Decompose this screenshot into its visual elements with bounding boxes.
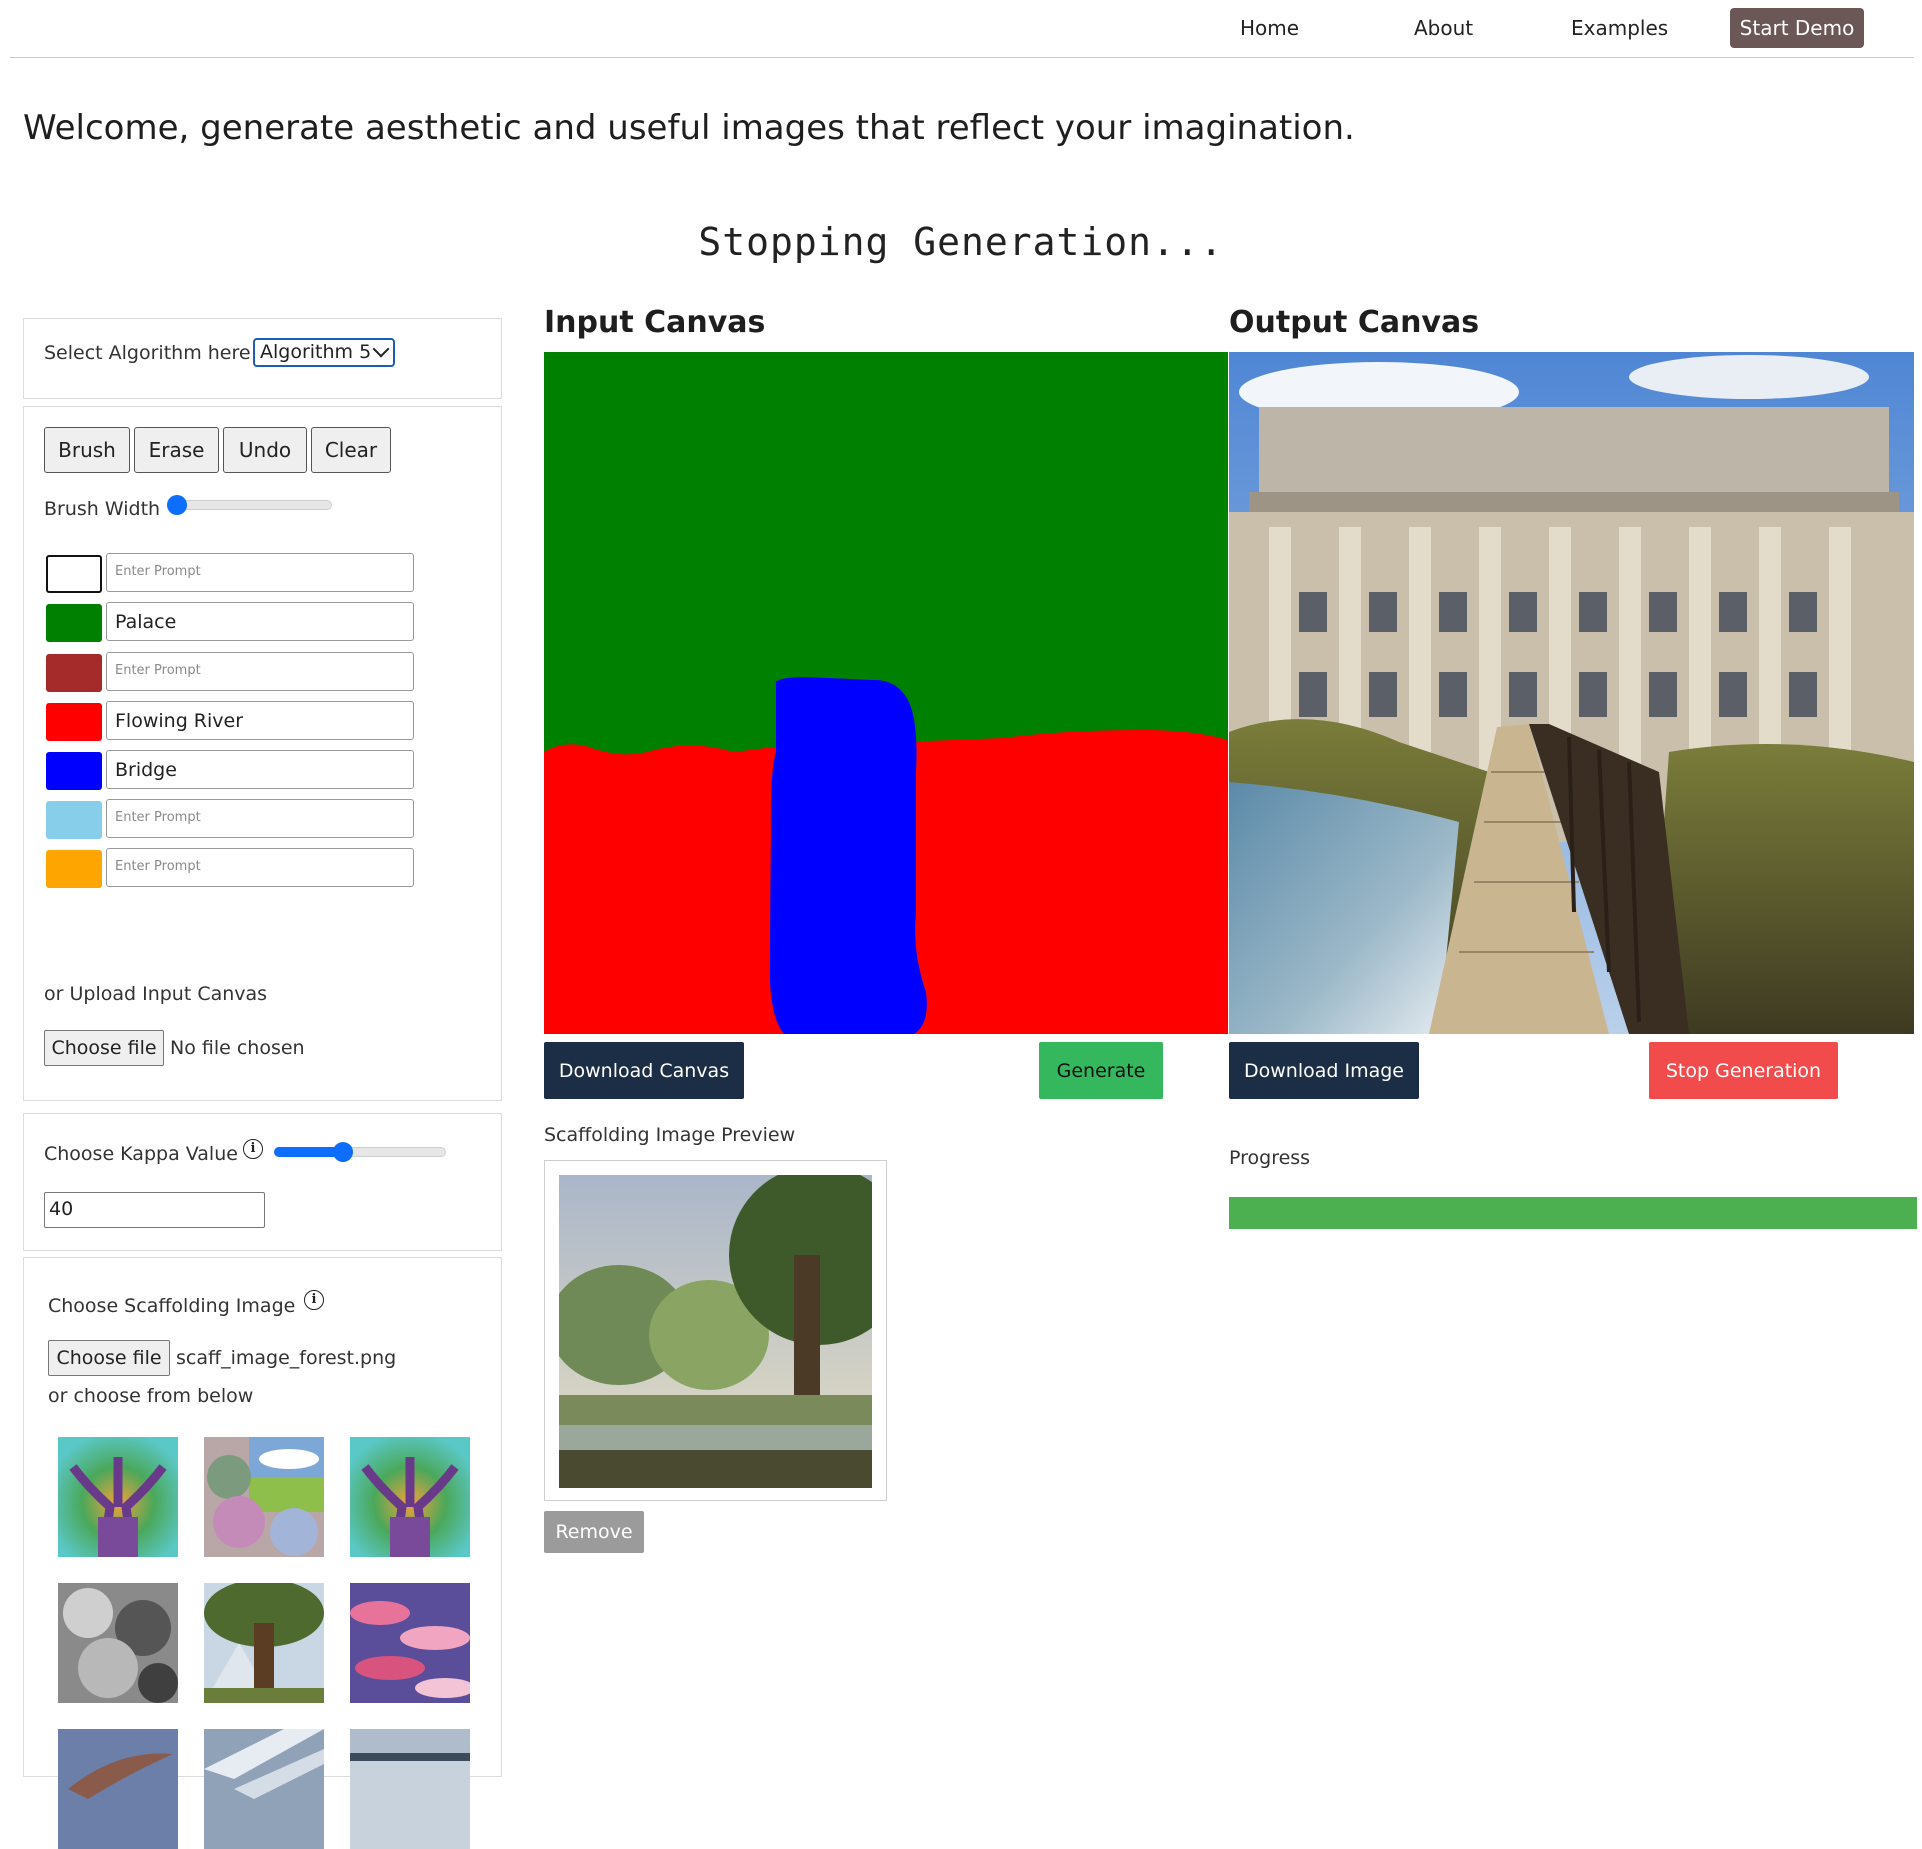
scaffold-thumbnail[interactable] <box>58 1729 178 1849</box>
canvas-region-bridge <box>770 677 927 1034</box>
scaffold-preview-image <box>559 1175 872 1488</box>
nav-about-link[interactable]: About <box>1414 16 1473 40</box>
download-canvas-button[interactable]: Download Canvas <box>544 1042 744 1099</box>
color-swatch[interactable] <box>46 654 102 692</box>
brush-button[interactable]: Brush <box>44 427 130 473</box>
scaffold-info-icon[interactable]: i <box>304 1290 324 1310</box>
generation-status: Stopping Generation... <box>698 220 1224 264</box>
scaffold-thumbnail[interactable] <box>350 1729 470 1849</box>
prompt-input[interactable]: Enter Prompt <box>106 652 414 691</box>
start-demo-button[interactable]: Start Demo <box>1730 8 1864 48</box>
scaffold-panel: Choose Scaffolding Image i Choose file s… <box>23 1257 502 1849</box>
prompt-input[interactable]: Palace <box>106 602 414 641</box>
kappa-info-icon[interactable]: i <box>243 1139 263 1159</box>
scaffold-thumbnail[interactable] <box>350 1437 470 1557</box>
input-canvas[interactable] <box>544 352 1228 1034</box>
prompt-input[interactable]: Enter Prompt <box>106 848 414 887</box>
algorithm-label: Select Algorithm here <box>44 342 251 364</box>
download-image-button[interactable]: Download Image <box>1229 1042 1419 1099</box>
chevron-down-icon <box>372 340 390 358</box>
scaffold-choose-file-button[interactable]: Choose file <box>48 1340 170 1376</box>
scaffold-thumbnail[interactable] <box>204 1583 324 1703</box>
upload-canvas-label: or Upload Input Canvas <box>44 983 268 1005</box>
prompt-input[interactable]: Bridge <box>106 750 414 789</box>
prompt-input[interactable]: Flowing River <box>106 701 414 740</box>
nav-home-link[interactable]: Home <box>1240 16 1299 40</box>
scaffold-thumbnail[interactable] <box>204 1729 324 1849</box>
scaffold-thumbnail[interactable] <box>58 1437 178 1557</box>
brush-width-label: Brush Width <box>44 498 161 520</box>
scaffold-thumbnail[interactable] <box>58 1583 178 1703</box>
progress-bar <box>1229 1197 1917 1229</box>
clear-button[interactable]: Clear <box>311 427 391 473</box>
color-swatch[interactable] <box>46 752 102 790</box>
remove-scaffold-button[interactable]: Remove <box>544 1511 644 1553</box>
kappa-value-input[interactable]: 40 <box>44 1192 265 1228</box>
upload-canvas-choose-file-button[interactable]: Choose file <box>44 1030 164 1066</box>
upload-canvas-status: No file chosen <box>170 1037 305 1059</box>
scaffold-thumbnail[interactable] <box>204 1437 324 1557</box>
stop-generation-button[interactable]: Stop Generation <box>1649 1042 1838 1099</box>
progress-label: Progress <box>1229 1147 1311 1169</box>
welcome-heading: Welcome, generate aesthetic and useful i… <box>23 108 1355 148</box>
drawing-panel: Brush Erase Undo Clear Brush Width Enter… <box>23 406 502 1101</box>
scaffold-or-label: or choose from below <box>48 1385 254 1407</box>
brush-width-track <box>170 500 332 510</box>
scaffold-thumbnail[interactable] <box>350 1583 470 1703</box>
scaffold-file-name: scaff_image_forest.png <box>176 1347 397 1369</box>
color-swatch[interactable] <box>46 801 102 839</box>
color-swatch[interactable] <box>46 850 102 888</box>
input-canvas-title: Input Canvas <box>544 305 766 340</box>
kappa-slider-thumb[interactable] <box>332 1142 353 1162</box>
output-canvas[interactable] <box>1229 352 1914 1034</box>
prompt-input[interactable]: Enter Prompt <box>106 799 414 838</box>
scaffold-preview-label: Scaffolding Image Preview <box>544 1124 796 1146</box>
generate-button[interactable]: Generate <box>1039 1042 1163 1099</box>
output-canvas-title: Output Canvas <box>1229 305 1480 340</box>
algorithm-panel: Select Algorithm here Algorithm 5 <box>23 318 502 399</box>
kappa-label: Choose Kappa Value <box>44 1143 238 1165</box>
scaffold-preview-frame <box>544 1160 887 1501</box>
erase-button[interactable]: Erase <box>134 427 219 473</box>
algorithm-select[interactable]: Algorithm 5 <box>253 338 395 367</box>
brush-width-thumb[interactable] <box>167 495 188 515</box>
progress-bar-fill <box>1229 1197 1917 1229</box>
prompt-input[interactable]: Enter Prompt <box>106 553 414 592</box>
color-swatch[interactable] <box>46 703 102 741</box>
color-swatch[interactable] <box>46 555 102 593</box>
algorithm-selected-value: Algorithm 5 <box>260 341 372 363</box>
scaffold-label: Choose Scaffolding Image <box>48 1295 296 1317</box>
top-nav: Home About Examples Start Demo <box>10 0 1914 58</box>
nav-examples-link[interactable]: Examples <box>1571 16 1668 40</box>
color-swatch[interactable] <box>46 604 102 642</box>
kappa-panel: Choose Kappa Value i 40 <box>23 1113 502 1251</box>
undo-button[interactable]: Undo <box>223 427 307 473</box>
